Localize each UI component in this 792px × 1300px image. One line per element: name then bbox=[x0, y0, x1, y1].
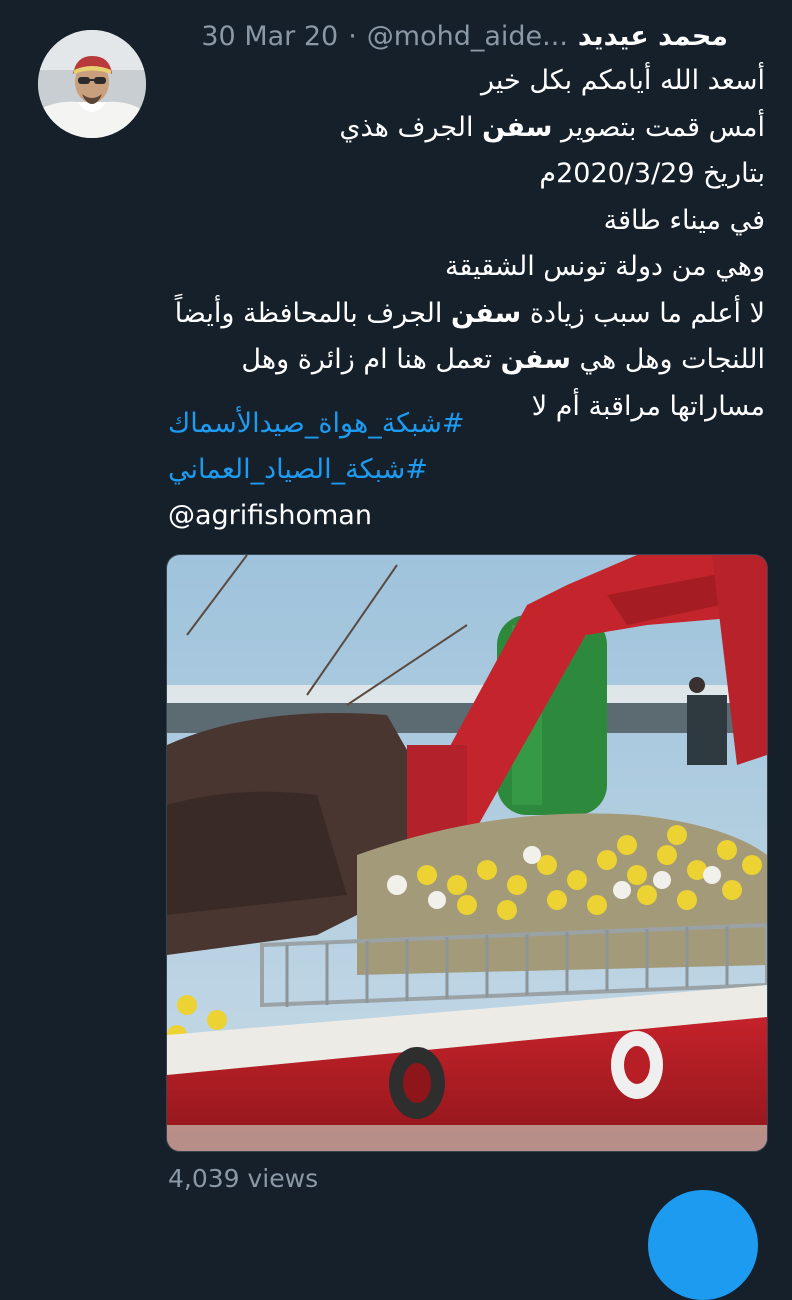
tweet-line: وهي من دولة تونس الشقيقة bbox=[444, 251, 765, 282]
text-segment: أمس قمت بتصوير bbox=[552, 111, 765, 143]
tweet-line: أسعد الله أيامكم بكل خير bbox=[481, 65, 765, 96]
fishing-boat-photo bbox=[167, 555, 767, 1151]
tweet-media-image[interactable] bbox=[166, 554, 768, 1152]
avatar-image bbox=[38, 30, 146, 138]
tweet-line: لا أعلم ما سبب زيادة سفن الجرف بالمحافظة… bbox=[165, 291, 765, 338]
tweet-line: بتاريخ 2020/3/29م bbox=[539, 158, 765, 189]
bold-word: سفن bbox=[500, 344, 571, 375]
text-segment: اللنجات وهل هي bbox=[570, 344, 765, 375]
text-segment: الجرف بالمحافظة وأيضاً bbox=[174, 297, 451, 329]
header-separator: · bbox=[348, 20, 357, 52]
author-avatar[interactable] bbox=[38, 30, 146, 138]
text-segment: الجرف هذي bbox=[339, 111, 483, 143]
tweet: محمد عيديد @mohd_aide... · 30 Mar 20 أسع… bbox=[0, 0, 792, 1300]
compose-button[interactable] bbox=[648, 1190, 758, 1300]
bold-word: سفن bbox=[450, 297, 522, 329]
text-segment: لا أعلم ما سبب زيادة bbox=[521, 297, 765, 329]
tweet-line: أمس قمت بتصوير سفن الجرف هذي bbox=[165, 105, 765, 152]
text-segment: تعمل هنا ام زائرة وهل bbox=[241, 344, 501, 375]
tweet-date[interactable]: 30 Mar 20 bbox=[201, 21, 338, 52]
tweet-header: محمد عيديد @mohd_aide... · 30 Mar 20 bbox=[168, 16, 728, 56]
author-handle[interactable]: @mohd_aide... bbox=[367, 21, 568, 52]
view-count: 4,039 views bbox=[168, 1164, 319, 1193]
mention-link[interactable]: @agrifishoman bbox=[168, 500, 372, 531]
tweet-line: اللنجات وهل هي سفن تعمل هنا ام زائرة وهل bbox=[165, 337, 765, 384]
bold-word: سفن bbox=[482, 111, 553, 143]
hashtag-link[interactable]: #شبكة_الصياد_العماني bbox=[168, 454, 428, 485]
hashtag-link[interactable]: #شبكة_هواة_صيدالأسماك bbox=[168, 408, 464, 439]
tweet-text: أسعد الله أيامكم بكل خير أمس قمت بتصوير … bbox=[165, 58, 765, 430]
tweet-line: في ميناء طاقة bbox=[603, 204, 765, 236]
author-display-name[interactable]: محمد عيديد bbox=[578, 21, 728, 52]
